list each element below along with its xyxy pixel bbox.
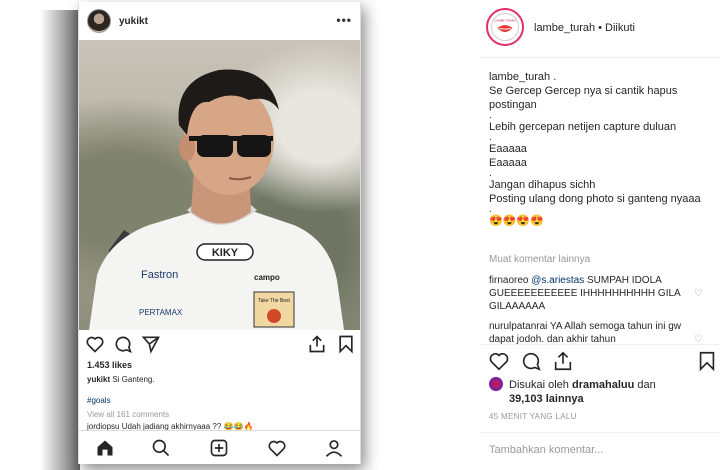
caption-line: Se Gercep Gercep nya si cantik hapus: [489, 85, 678, 97]
embedded-likes: 1.453 likes: [87, 360, 133, 370]
share-icon: [141, 336, 160, 354]
embedded-phone-screenshot: yukikt ••• KIKY Fastron PERTAMAX campo T…: [78, 2, 361, 464]
lambe-turah-logo: LAMBE TURAH: [491, 13, 519, 41]
jersey-logo-text: KIKY: [212, 247, 239, 259]
post-actions: [486, 350, 720, 374]
bookmark-icon[interactable]: [696, 350, 718, 372]
profile-icon: [325, 440, 343, 457]
comment-item: nurulpatanrai YA Allah semoga tahun ini …: [489, 320, 694, 344]
header-user-line: lambe_turah • Diikuti: [534, 22, 635, 34]
home-icon: [97, 440, 113, 456]
upload-icon: [309, 335, 325, 353]
caption-line: Posting ulang dong photo si ganteng nyaa…: [489, 193, 701, 205]
caption-emoji-line: 😍😍😍😍: [489, 215, 544, 227]
caption-line: Jangan dihapus sichh: [489, 179, 596, 191]
profile-avatar[interactable]: LAMBE TURAH: [486, 8, 524, 46]
add-comment-input[interactable]: Tambahkan komentar...: [489, 444, 603, 456]
comment-mention[interactable]: @s.ariestas: [531, 275, 584, 286]
comment-username[interactable]: nurulpatanrai: [489, 321, 547, 332]
sponsor-campo: campo: [254, 273, 280, 282]
liker-avatar: [489, 377, 503, 391]
badge-text: Take The Best: [258, 298, 290, 304]
liker-username[interactable]: dramahaluu: [572, 379, 634, 391]
embedded-hashtag: #goals: [87, 396, 111, 405]
post-timestamp: 45 MENIT YANG LALU: [489, 412, 577, 421]
post-header: LAMBE TURAH lambe_turah • Diikuti: [480, 0, 720, 58]
likes-count[interactable]: 39,103: [509, 393, 543, 405]
caption-line: .: [489, 132, 492, 143]
caption-line: Lebih gercepan netijen capture duluan: [489, 121, 677, 133]
divider: [480, 344, 720, 345]
comment-username[interactable]: firnaoreo: [489, 275, 528, 286]
embedded-view-all-comments: View all 161 comments: [87, 410, 170, 419]
caption-line: postingan: [489, 99, 537, 111]
comment-icon: [115, 336, 132, 353]
comment-like-icon[interactable]: ♡: [694, 288, 704, 299]
screenshot-stage: yukikt ••• KIKY Fastron PERTAMAX campo T…: [0, 0, 720, 470]
embedded-photo: KIKY Fastron PERTAMAX campo Take The Bes…: [79, 40, 360, 330]
caption-line: Eaaaaa: [489, 157, 527, 169]
comment-item: firnaoreo @s.ariestas SUMPAH IDOLA GUEEE…: [489, 274, 694, 313]
person-illustration: KIKY Fastron PERTAMAX campo Take The Bes…: [89, 69, 344, 330]
post-caption: lambe_turah . Se Gercep Gercep nya si ca…: [489, 70, 711, 228]
share-icon[interactable]: [552, 350, 574, 372]
caption-line: .: [489, 204, 492, 215]
load-more-comments-link[interactable]: Muat komentar lainnya: [489, 254, 590, 265]
bookmark-icon: [339, 335, 353, 354]
likes-summary: Disukai oleh dramahaluu dan 39,103 lainn…: [489, 377, 704, 406]
more-horizontal-icon: •••: [336, 13, 352, 27]
embedded-avatar: [87, 9, 111, 33]
add-post-icon: [210, 439, 228, 457]
sponsor-pertamax: PERTAMAX: [139, 308, 183, 317]
comment-icon[interactable]: [520, 350, 542, 372]
caption-line: lambe_turah .: [489, 71, 557, 83]
follow-status[interactable]: Diikuti: [605, 22, 635, 34]
activity-heart-icon: [268, 440, 286, 457]
sponsor-fastron: Fastron: [141, 269, 178, 281]
embedded-username: yukikt: [119, 15, 148, 27]
caption-line: Eaaaaa: [489, 143, 527, 155]
photo-shadow: [40, 10, 80, 470]
comment-like-icon[interactable]: ♡: [694, 334, 704, 345]
header-username[interactable]: lambe_turah: [534, 22, 595, 34]
embedded-bottom-nav: [79, 430, 360, 464]
like-heart-icon[interactable]: [488, 350, 510, 372]
caption-line: .: [489, 110, 492, 121]
embedded-actions: [79, 332, 360, 356]
caption-line: .: [489, 168, 492, 179]
search-icon: [152, 439, 170, 457]
embedded-post-header: yukikt •••: [79, 2, 360, 40]
embedded-caption: yukikt Si Ganteng.: [87, 375, 155, 384]
heart-icon: [86, 336, 104, 353]
svg-text:LAMBE TURAH: LAMBE TURAH: [494, 18, 515, 22]
divider: [480, 432, 720, 433]
